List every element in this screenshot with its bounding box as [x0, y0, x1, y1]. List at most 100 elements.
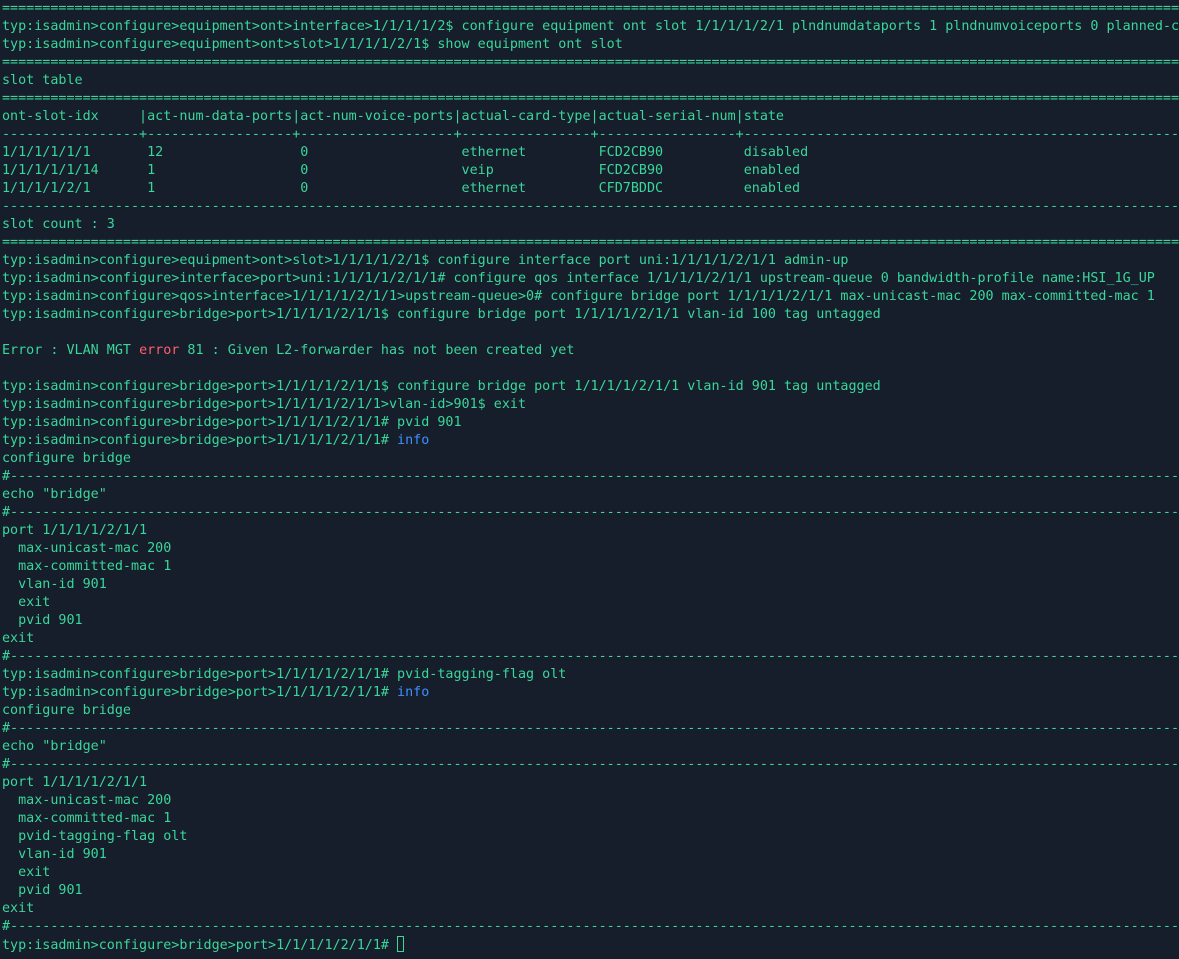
line-text: #---------------------------------------… [2, 505, 1179, 520]
terminal-line: max-committed-mac 1 [0, 558, 1179, 576]
line-text: typ:isadmin>configure>bridge>port>1/1/1/… [2, 685, 398, 700]
terminal-line: typ:isadmin>configure>equipment>ont>slot… [0, 252, 1179, 270]
terminal-line: typ:isadmin>configure>bridge>port>1/1/1/… [0, 666, 1179, 684]
terminal-line: typ:isadmin>configure>equipment>ont>slot… [0, 36, 1179, 54]
terminal-line: typ:isadmin>configure>bridge>port>1/1/1/… [0, 378, 1179, 396]
prompt-text: typ:isadmin>configure>bridge>port>1/1/1/… [2, 938, 398, 953]
line-text: exit [2, 631, 35, 646]
line-text: #---------------------------------------… [2, 649, 1179, 664]
line-text: ========================================… [2, 1, 1179, 16]
terminal-line: typ:isadmin>configure>bridge>port>1/1/1/… [0, 684, 1179, 702]
terminal-line: pvid 901 [0, 882, 1179, 900]
terminal-line: vlan-id 901 [0, 576, 1179, 594]
terminal-line: typ:isadmin>configure>equipment>ont>inte… [0, 18, 1179, 36]
terminal-line: exit [0, 864, 1179, 882]
line-text: slot count : 3 [2, 217, 115, 232]
line-text: #---------------------------------------… [2, 757, 1179, 772]
line-text: -----------------+------------------+---… [2, 127, 1179, 142]
terminal-line: echo "bridge" [0, 738, 1179, 756]
terminal-line: pvid 901 [0, 612, 1179, 630]
terminal-line: -----------------+------------------+---… [0, 126, 1179, 144]
terminal-line: configure bridge [0, 702, 1179, 720]
terminal-line: #---------------------------------------… [0, 648, 1179, 666]
text-cursor[interactable] [397, 936, 405, 952]
line-text: Error : VLAN MGT [2, 343, 140, 358]
line-text: 1/1/1/1/1/1 12 0 ethernet FCD2CB90 disab… [2, 145, 809, 160]
terminal-line: ========================================… [0, 54, 1179, 72]
terminal-line: ont-slot-idx |act-num-data-ports|act-num… [0, 108, 1179, 126]
line-text: port 1/1/1/1/2/1/1 [2, 775, 148, 790]
line-text: ----------------------------------------… [2, 199, 1179, 214]
line-text: ========================================… [2, 55, 1179, 70]
terminal-line: typ:isadmin>configure>bridge>port>1/1/1/… [0, 306, 1179, 324]
line-text: typ:isadmin>configure>equipment>ont>slot… [2, 253, 849, 268]
terminal-line: #---------------------------------------… [0, 720, 1179, 738]
terminal-window[interactable]: ========================================… [0, 0, 1179, 959]
line-text: typ:isadmin>configure>interface>port>uni… [2, 271, 1155, 286]
terminal-line: 1/1/1/1/1/1 12 0 ethernet FCD2CB90 disab… [0, 144, 1179, 162]
terminal-line: typ:isadmin>configure>qos>interface>1/1/… [0, 288, 1179, 306]
line-text: typ:isadmin>configure>qos>interface>1/1/… [2, 289, 1155, 304]
terminal-line: pvid-tagging-flag olt [0, 828, 1179, 846]
line-text: typ:isadmin>configure>bridge>port>1/1/1/… [2, 397, 527, 412]
terminal-line: typ:isadmin>configure>bridge>port>1/1/1/… [0, 396, 1179, 414]
line-text: #---------------------------------------… [2, 919, 1179, 934]
terminal-line: configure bridge [0, 450, 1179, 468]
prompt-line[interactable]: typ:isadmin>configure>bridge>port>1/1/1/… [0, 936, 1179, 954]
terminal-output: ========================================… [0, 0, 1179, 936]
terminal-line: Error : VLAN MGT error 81 : Given L2-for… [0, 342, 1179, 360]
line-text: port 1/1/1/1/2/1/1 [2, 523, 148, 538]
terminal-line: #---------------------------------------… [0, 918, 1179, 936]
line-text: vlan-id 901 [2, 847, 107, 862]
terminal-line: typ:isadmin>configure>interface>port>uni… [0, 270, 1179, 288]
terminal-line: 1/1/1/1/2/1 1 0 ethernet CFD7BDDC enable… [0, 180, 1179, 198]
line-text: ========================================… [2, 91, 1179, 106]
terminal-line: max-unicast-mac 200 [0, 540, 1179, 558]
line-text: echo "bridge" [2, 487, 107, 502]
terminal-line: port 1/1/1/1/2/1/1 [0, 522, 1179, 540]
line-text: ========================================… [2, 235, 1179, 250]
terminal-line: exit [0, 594, 1179, 612]
command-keyword: info [397, 685, 430, 700]
terminal-line: max-unicast-mac 200 [0, 792, 1179, 810]
line-text: #---------------------------------------… [2, 469, 1179, 484]
terminal-line: max-committed-mac 1 [0, 810, 1179, 828]
line-text: max-committed-mac 1 [2, 559, 172, 574]
terminal-line: #---------------------------------------… [0, 756, 1179, 774]
line-text: 81 : Given L2-forwarder has not been cre… [179, 343, 575, 358]
terminal-line: slot table [0, 72, 1179, 90]
terminal-line: ----------------------------------------… [0, 198, 1179, 216]
line-text: typ:isadmin>configure>bridge>port>1/1/1/… [2, 667, 567, 682]
terminal-line: typ:isadmin>configure>bridge>port>1/1/1/… [0, 414, 1179, 432]
line-text: 1/1/1/1/2/1 1 0 ethernet CFD7BDDC enable… [2, 181, 801, 196]
command-keyword: info [397, 433, 430, 448]
line-text: pvid 901 [2, 883, 83, 898]
line-text: 1/1/1/1/1/14 1 0 veip FCD2CB90 enabled [2, 163, 801, 178]
line-text: max-unicast-mac 200 [2, 541, 172, 556]
line-text: echo "bridge" [2, 739, 107, 754]
line-text: exit [2, 865, 51, 880]
terminal-line: typ:isadmin>configure>bridge>port>1/1/1/… [0, 432, 1179, 450]
terminal-line: ========================================… [0, 0, 1179, 18]
terminal-line: #---------------------------------------… [0, 468, 1179, 486]
line-text: max-unicast-mac 200 [2, 793, 172, 808]
terminal-line: vlan-id 901 [0, 846, 1179, 864]
terminal-line: ========================================… [0, 234, 1179, 252]
line-text: typ:isadmin>configure>equipment>ont>slot… [2, 37, 623, 52]
terminal-line: slot count : 3 [0, 216, 1179, 234]
terminal-line: exit [0, 630, 1179, 648]
terminal-line: #---------------------------------------… [0, 504, 1179, 522]
line-text: pvid 901 [2, 613, 83, 628]
line-text: slot table [2, 73, 83, 88]
line-text: ont-slot-idx |act-num-data-ports|act-num… [2, 109, 784, 124]
line-text: configure bridge [2, 451, 131, 466]
terminal-line: 1/1/1/1/1/14 1 0 veip FCD2CB90 enabled [0, 162, 1179, 180]
terminal-line: echo "bridge" [0, 486, 1179, 504]
line-text: max-committed-mac 1 [2, 811, 172, 826]
line-text: typ:isadmin>configure>bridge>port>1/1/1/… [2, 433, 398, 448]
terminal-line: port 1/1/1/1/2/1/1 [0, 774, 1179, 792]
line-text: #---------------------------------------… [2, 721, 1179, 736]
line-text: typ:isadmin>configure>bridge>port>1/1/1/… [2, 415, 462, 430]
terminal-line: exit [0, 900, 1179, 918]
